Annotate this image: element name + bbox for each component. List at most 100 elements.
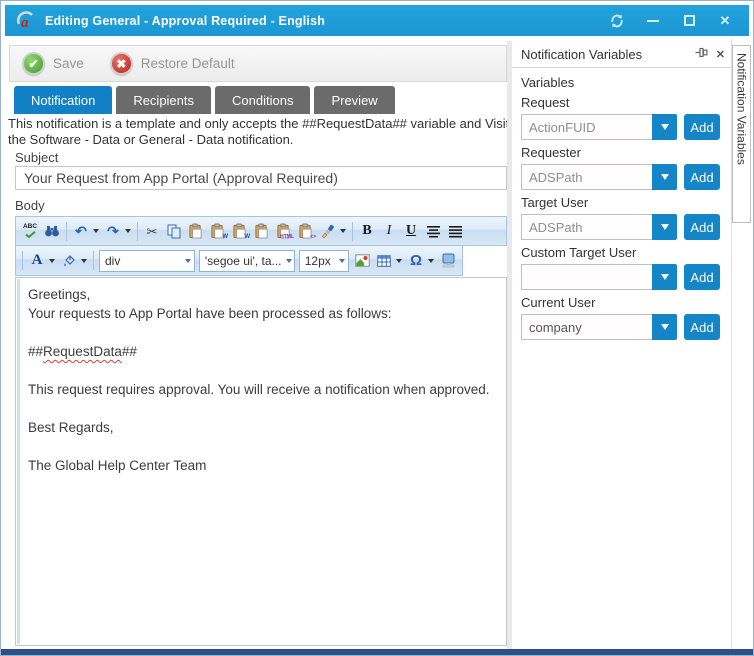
target-user-dropdown-button[interactable] xyxy=(652,214,677,240)
font-color-button[interactable]: A xyxy=(26,249,48,273)
paste-plain-text-button[interactable] xyxy=(251,219,273,243)
paragraph-style-dropdown[interactable]: div xyxy=(99,250,195,272)
editing-notification-window: a Editing General - Approval Required - … xyxy=(0,0,754,656)
body-line-approval: This request requires approval. You will… xyxy=(28,380,496,399)
subject-label: Subject xyxy=(15,150,58,165)
body-line-request-token: ##RequestData## xyxy=(28,342,496,361)
redo-dropdown-caret[interactable] xyxy=(125,229,131,233)
spellcheck-icon: ABC xyxy=(23,224,37,238)
paste-html-icon: <> xyxy=(298,223,314,239)
requester-add-button[interactable]: Add xyxy=(684,164,720,190)
font-size-value: 12px xyxy=(305,254,331,268)
var-label-request: Request xyxy=(521,95,728,110)
notification-variables-side-tab[interactable]: Notification Variables xyxy=(732,45,751,223)
tab-conditions[interactable]: Conditions xyxy=(215,86,310,114)
body-line-blank xyxy=(28,361,496,380)
image-manager-button[interactable] xyxy=(351,249,373,273)
insert-table-button[interactable] xyxy=(373,249,395,273)
close-button[interactable]: ✕ xyxy=(717,13,733,29)
custom-target-user-variable-input[interactable] xyxy=(521,264,652,290)
underline-button[interactable]: U xyxy=(400,219,422,243)
paint-bucket-icon xyxy=(62,254,77,268)
undo-icon: ↶ xyxy=(75,224,87,238)
editor-toolbar-row2: A div 'segoe ui', ta... 12px xyxy=(15,246,463,276)
body-editor[interactable]: Greetings, Your requests to App Portal h… xyxy=(15,277,507,646)
custom-target-user-add-button[interactable]: Add xyxy=(684,264,720,290)
token-suffix: ## xyxy=(122,344,137,359)
undo-button[interactable]: ↶ xyxy=(70,219,92,243)
save-button[interactable]: ✔ Save xyxy=(22,52,84,75)
rich-text-editor-toolbar: ABC ↶ ↷ ✂ xyxy=(15,216,507,276)
refresh-button[interactable] xyxy=(609,13,625,29)
paste-from-word-icon: W xyxy=(210,223,226,239)
requester-dropdown-button[interactable] xyxy=(652,164,677,190)
body-line-regards: Best Regards, xyxy=(28,418,496,437)
request-add-button[interactable]: Add xyxy=(684,114,720,140)
paste-html-button[interactable]: <> xyxy=(295,219,317,243)
copy-icon xyxy=(167,224,181,239)
italic-button[interactable]: I xyxy=(378,219,400,243)
table-dropdown-caret[interactable] xyxy=(396,259,402,263)
app-portal-logo-icon: a xyxy=(15,10,37,32)
subject-input[interactable] xyxy=(15,166,507,190)
minimize-button[interactable] xyxy=(645,13,661,29)
background-color-caret[interactable] xyxy=(81,259,87,263)
current-user-dropdown-button[interactable] xyxy=(652,314,677,340)
window-title: Editing General - Approval Required - En… xyxy=(45,14,325,28)
paste-as-html-button[interactable]: HTML xyxy=(273,219,295,243)
cut-button[interactable]: ✂ xyxy=(141,219,163,243)
requester-variable-input[interactable] xyxy=(521,164,652,190)
custom-target-user-dropdown-button[interactable] xyxy=(652,264,677,290)
binoculars-icon xyxy=(44,224,60,238)
format-painter-caret[interactable] xyxy=(340,229,346,233)
token-word: RequestData xyxy=(43,344,122,359)
font-family-dropdown[interactable]: 'segoe ui', ta... xyxy=(199,250,295,272)
paste-from-word-button[interactable]: W xyxy=(207,219,229,243)
notification-variables-panel: Notification Variables ✕ Variables Reque… xyxy=(512,41,731,651)
var-label-current-user: Current User xyxy=(521,295,728,310)
justify-button[interactable] xyxy=(444,219,466,243)
insert-media-button[interactable] xyxy=(437,249,459,273)
target-user-add-button[interactable]: Add xyxy=(684,214,720,240)
panel-close-icon[interactable]: ✕ xyxy=(716,48,725,61)
template-info-text: This notification is a template and only… xyxy=(8,116,508,148)
font-size-dropdown[interactable]: 12px xyxy=(299,250,349,272)
restore-default-button[interactable]: ✖ Restore Default xyxy=(110,52,235,75)
align-center-button[interactable] xyxy=(422,219,444,243)
format-painter-icon xyxy=(321,224,336,239)
var-row-current-user: Add xyxy=(521,314,728,340)
maximize-button[interactable] xyxy=(681,13,697,29)
paste-button[interactable] xyxy=(185,219,207,243)
save-label: Save xyxy=(53,56,84,71)
find-button[interactable] xyxy=(41,219,63,243)
body-line-greeting: Greetings, xyxy=(28,285,496,304)
tab-notification[interactable]: Notification xyxy=(14,86,112,114)
underline-icon: U xyxy=(406,224,416,238)
symbol-dropdown-caret[interactable] xyxy=(428,259,434,263)
body-line-blank xyxy=(28,399,496,418)
background-color-button[interactable] xyxy=(58,249,80,273)
paste-icon xyxy=(188,223,204,239)
current-user-add-button[interactable]: Add xyxy=(684,314,720,340)
current-user-variable-input[interactable] xyxy=(521,314,652,340)
copy-button[interactable] xyxy=(163,219,185,243)
spellcheck-button[interactable]: ABC xyxy=(19,219,41,243)
body-line-processed: Your requests to App Portal have been pr… xyxy=(28,304,496,323)
request-variable-input[interactable] xyxy=(521,114,652,140)
body-label: Body xyxy=(15,198,45,213)
font-color-caret[interactable] xyxy=(49,259,55,263)
pin-icon[interactable] xyxy=(695,45,708,63)
tab-preview[interactable]: Preview xyxy=(314,86,394,114)
body-line-blank xyxy=(28,437,496,456)
paste-from-word-strip-button[interactable]: W xyxy=(229,219,251,243)
target-user-variable-input[interactable] xyxy=(521,214,652,240)
paste-as-html-icon: HTML xyxy=(276,223,292,239)
format-painter-button[interactable] xyxy=(317,219,339,243)
bold-button[interactable]: B xyxy=(356,219,378,243)
undo-dropdown-caret[interactable] xyxy=(93,229,99,233)
paste-plain-text-icon xyxy=(254,223,270,239)
redo-button[interactable]: ↷ xyxy=(102,219,124,243)
tab-recipients[interactable]: Recipients xyxy=(116,86,211,114)
insert-symbol-button[interactable]: Ω xyxy=(405,249,427,273)
request-dropdown-button[interactable] xyxy=(652,114,677,140)
